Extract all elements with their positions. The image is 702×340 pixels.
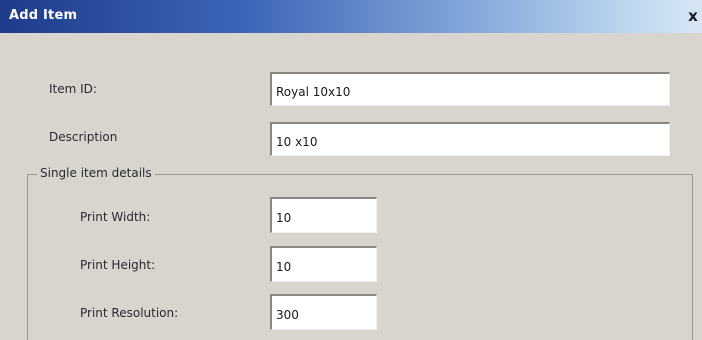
item-id-label: Item ID: bbox=[49, 82, 97, 96]
item-id-input[interactable] bbox=[270, 72, 670, 106]
add-item-dialog: Add Item x Item ID: Description Single i… bbox=[0, 0, 702, 340]
title-bar[interactable]: Add Item x bbox=[0, 0, 702, 33]
description-label: Description bbox=[49, 130, 118, 144]
print-height-input[interactable] bbox=[270, 246, 377, 282]
description-input[interactable] bbox=[270, 122, 670, 156]
print-resolution-label: Print Resolution: bbox=[80, 306, 179, 320]
close-button[interactable]: x bbox=[685, 7, 701, 25]
dialog-title: Add Item bbox=[9, 8, 78, 23]
print-width-input[interactable] bbox=[270, 197, 377, 233]
print-resolution-input[interactable] bbox=[270, 294, 377, 330]
print-height-label: Print Height: bbox=[80, 258, 156, 272]
print-width-label: Print Width: bbox=[80, 210, 151, 224]
single-item-details-legend: Single item details bbox=[37, 166, 155, 180]
